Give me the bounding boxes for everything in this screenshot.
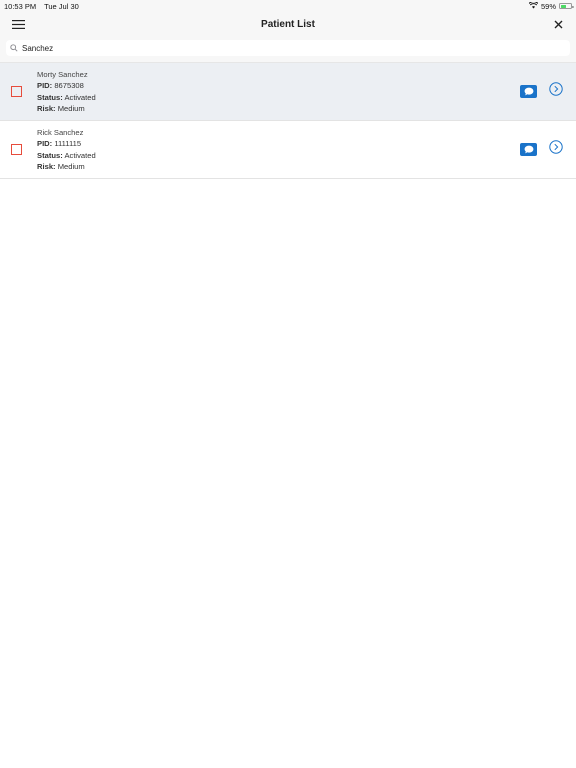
- wifi-icon: [528, 0, 539, 11]
- patient-info: Rick Sanchez PID: 1111115 Status: Activa…: [37, 127, 520, 173]
- open-patient-button[interactable]: [549, 140, 563, 159]
- search-icon: [10, 39, 18, 57]
- open-patient-button[interactable]: [549, 82, 563, 101]
- patient-risk-line: Risk: Medium: [37, 161, 520, 173]
- search-bar[interactable]: [6, 40, 570, 56]
- status-label: Status:: [37, 92, 63, 102]
- row-actions: [520, 82, 563, 101]
- status-bar: 10:53 PM Tue Jul 30 59%: [0, 0, 576, 12]
- patient-status: Activated: [64, 92, 96, 102]
- chat-bubble-icon: [524, 141, 534, 159]
- patient-pid: 1111115: [54, 139, 82, 148]
- battery-fill: [560, 4, 567, 8]
- patient-row[interactable]: Morty Sanchez PID: 8675308 Status: Activ…: [0, 63, 576, 121]
- nav-bar: Patient List: [0, 12, 576, 36]
- patient-pid-line: PID: 8675308: [37, 80, 520, 92]
- page-title: Patient List: [261, 18, 315, 30]
- patient-risk: Medium: [57, 162, 85, 171]
- patient-pid-line: PID: 1111115: [37, 138, 520, 150]
- message-button[interactable]: [520, 143, 537, 156]
- patient-risk-line: Risk: Medium: [37, 103, 520, 115]
- search-input[interactable]: [22, 43, 542, 53]
- chat-bubble-icon: [524, 83, 534, 101]
- patient-row[interactable]: Rick Sanchez PID: 1111115 Status: Activa…: [0, 121, 576, 179]
- message-button[interactable]: [520, 85, 537, 98]
- row-actions: [520, 140, 563, 159]
- close-icon[interactable]: [550, 16, 566, 32]
- patient-checkbox[interactable]: [11, 86, 22, 97]
- status-label: Status:: [37, 150, 63, 160]
- hamburger-menu-icon[interactable]: [10, 16, 26, 32]
- pid-label: PID:: [37, 81, 53, 90]
- battery-percent: 59%: [540, 1, 556, 11]
- app: 10:53 PM Tue Jul 30 59% Patient List San…: [0, 0, 576, 768]
- patient-name: Rick Sanchez: [37, 127, 84, 137]
- patient-pid: 8675308: [54, 81, 84, 90]
- search-container: [0, 36, 576, 62]
- patient-checkbox[interactable]: [11, 144, 22, 155]
- status-right: 59%: [528, 0, 574, 11]
- risk-label: Risk:: [37, 162, 56, 171]
- status-left: 10:53 PM Tue Jul 30: [4, 2, 85, 11]
- chevron-right-circle-icon: [549, 82, 563, 101]
- pid-label: PID:: [37, 139, 53, 148]
- patient-status: Activated: [64, 150, 96, 160]
- status-time: 10:53 PM: [4, 1, 37, 11]
- patient-status-line: Status: Activated: [37, 92, 520, 104]
- patient-status-line: Status: Activated: [37, 150, 520, 162]
- patient-name: Morty Sanchez: [37, 69, 88, 79]
- chevron-right-circle-icon: [549, 140, 563, 159]
- patient-info: Morty Sanchez PID: 8675308 Status: Activ…: [37, 69, 520, 115]
- risk-label: Risk:: [37, 104, 56, 113]
- battery-icon: [559, 3, 574, 9]
- status-date: Tue Jul 30: [44, 1, 79, 11]
- patient-risk: Medium: [57, 104, 85, 113]
- patient-list: Morty Sanchez PID: 8675308 Status: Activ…: [0, 62, 576, 179]
